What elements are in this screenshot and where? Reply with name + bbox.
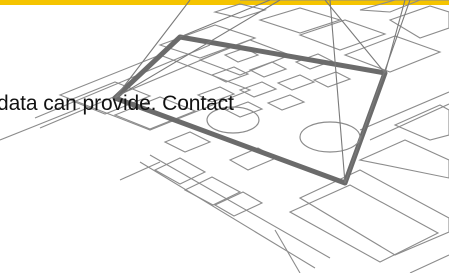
page: data can provide. Contact [0,0,449,273]
body-text: data can provide. Contact [0,92,234,115]
map-grid-pyramid-illustration [0,0,449,273]
